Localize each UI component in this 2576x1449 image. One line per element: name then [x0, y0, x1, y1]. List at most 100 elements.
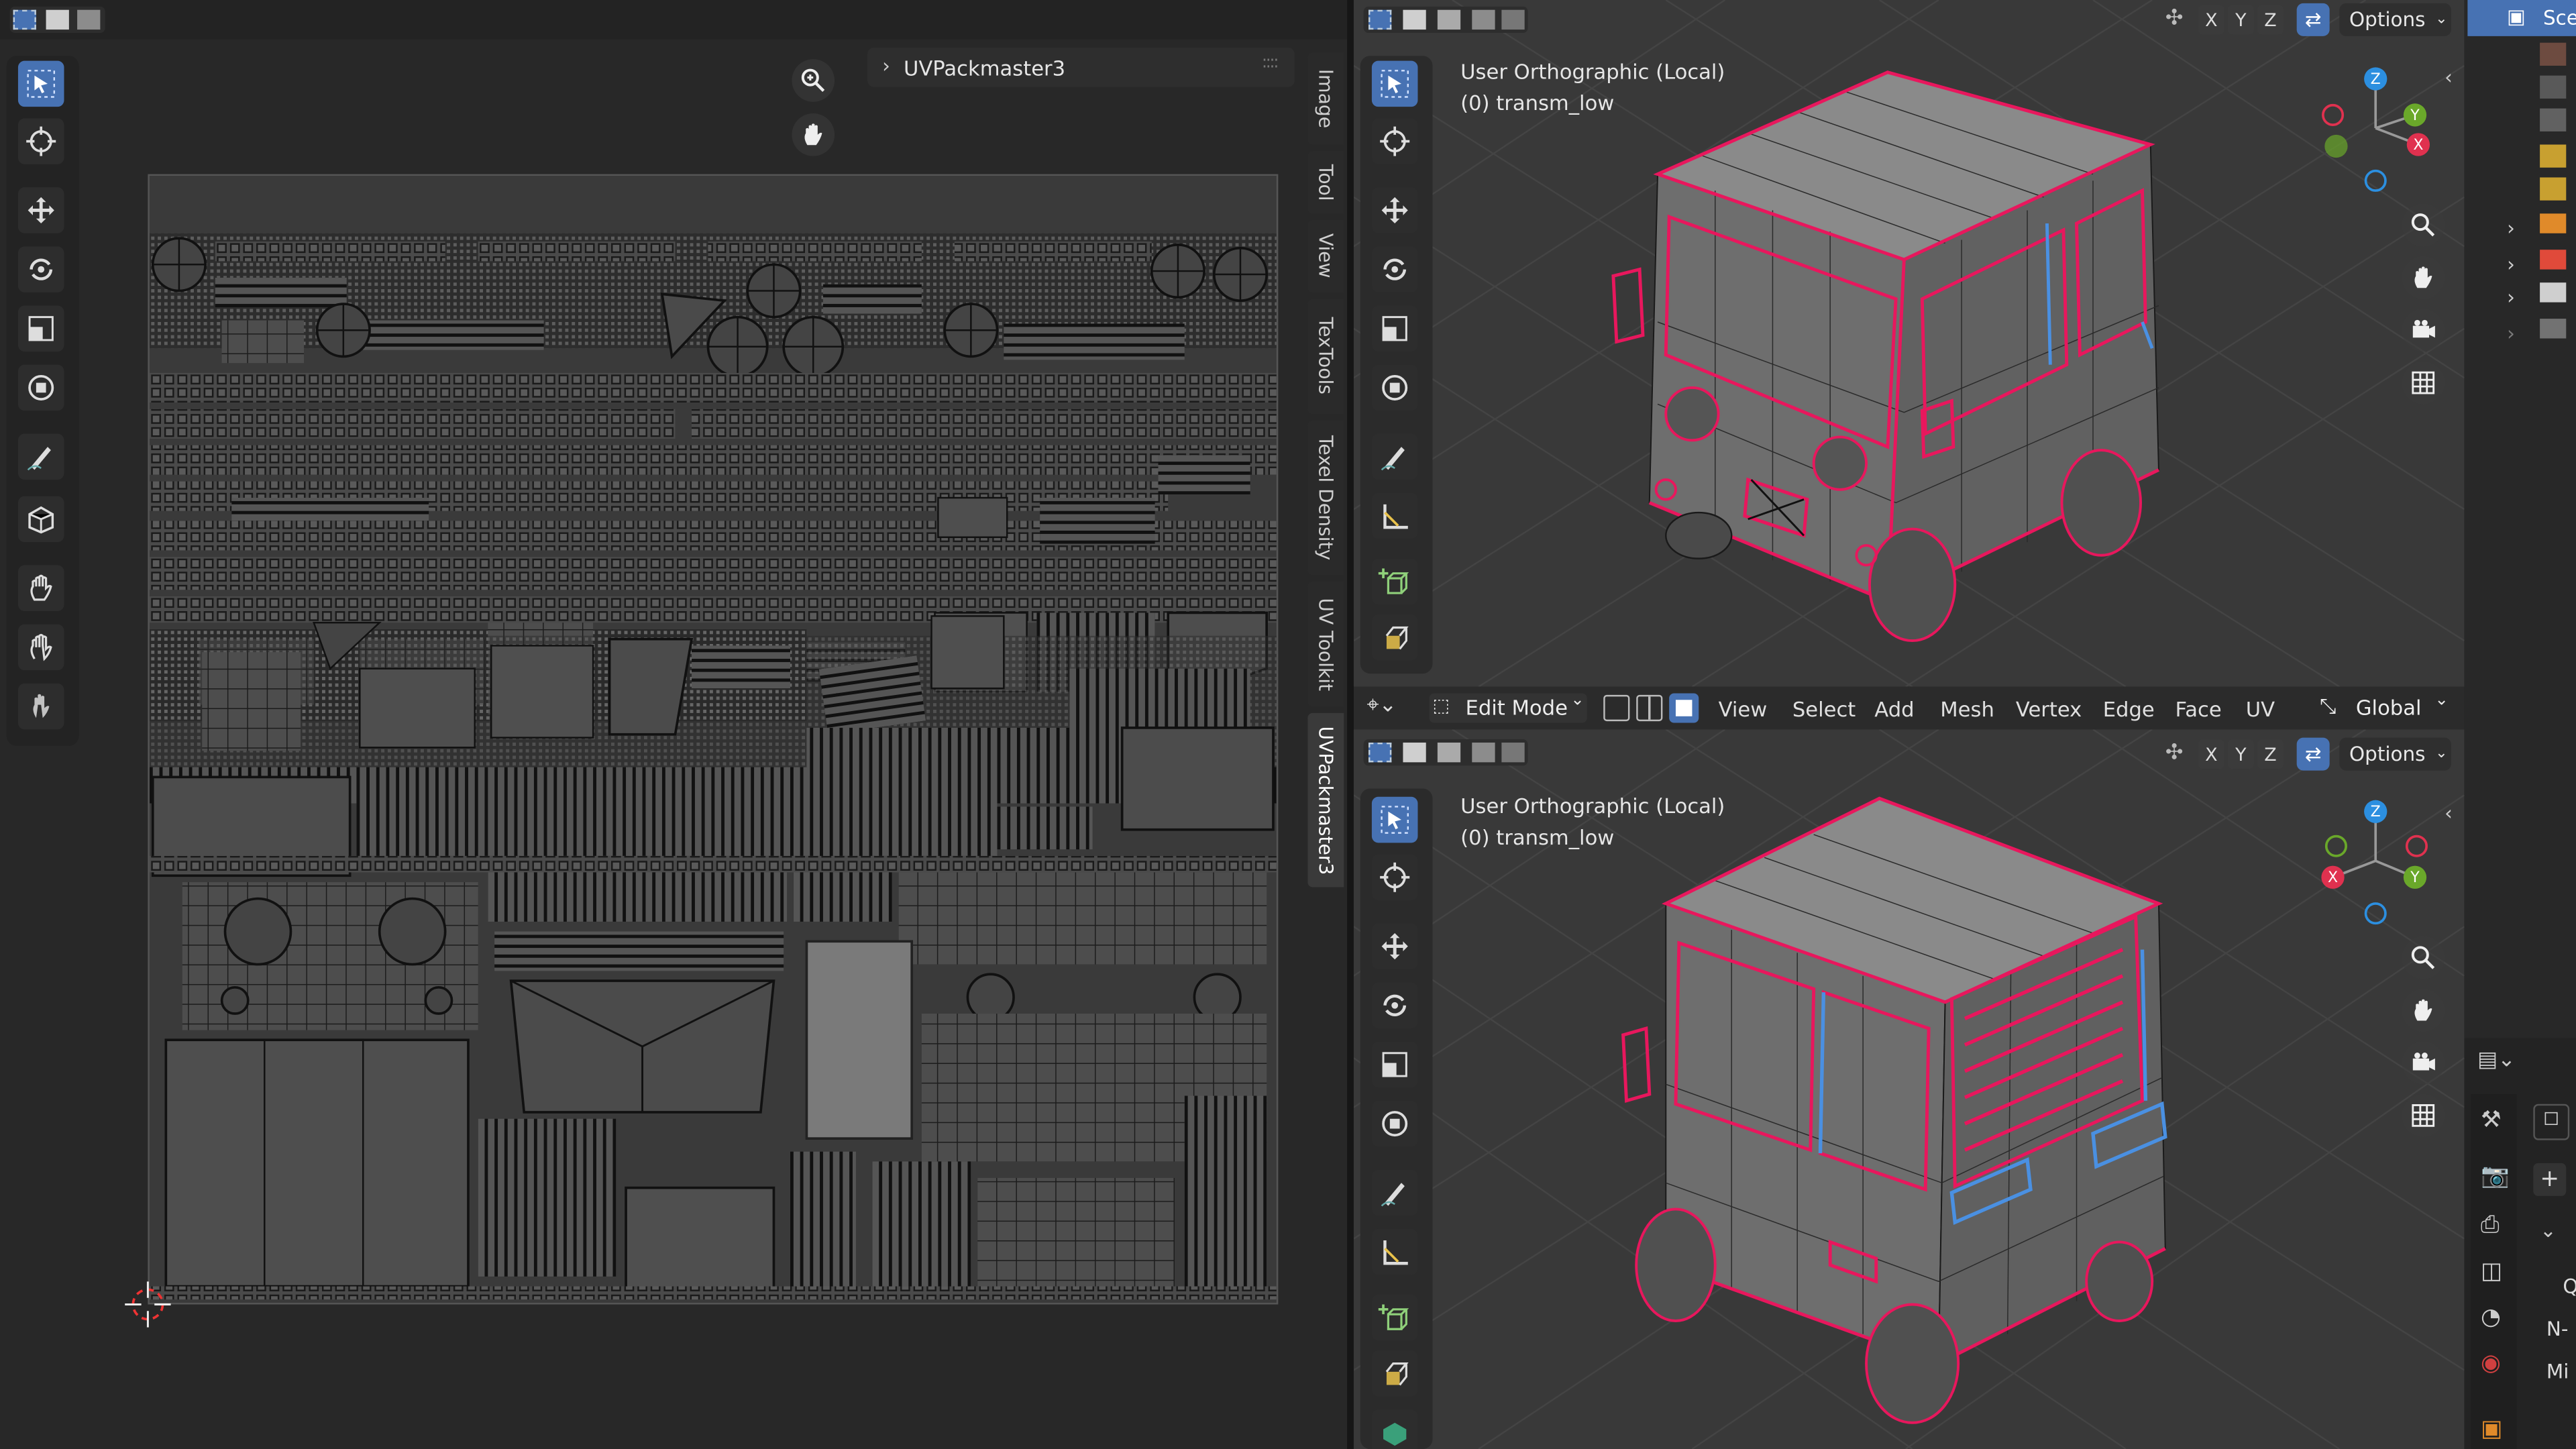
- menu-add[interactable]: Add: [1874, 696, 1914, 721]
- measure-tool-top[interactable]: [1371, 492, 1418, 539]
- rotate-tool[interactable]: [17, 246, 64, 292]
- menu-select[interactable]: Select: [1792, 696, 1856, 721]
- rip-tool[interactable]: [17, 496, 64, 543]
- zoom-button[interactable]: [792, 59, 835, 102]
- select-mode-icons-top[interactable]: [1363, 6, 1528, 33]
- transform-orientation-dropdown[interactable]: ⤡ Global ⌄: [2320, 692, 2451, 722]
- annotate-tool[interactable]: [17, 433, 64, 480]
- viewport-bottom[interactable]: ✣ X Y Z ⇄ Options ⌄ User Orthographic (Lo…: [1353, 729, 2465, 1449]
- move-tool-bottom[interactable]: [1371, 923, 1418, 969]
- extrude-tool-top[interactable]: [1371, 614, 1418, 661]
- cursor-tool-bottom[interactable]: [1371, 854, 1418, 901]
- add-button[interactable]: +: [2533, 1163, 2567, 1196]
- object-tab-icon[interactable]: ▣: [2481, 1416, 2502, 1442]
- options-dropdown-bottom[interactable]: Options ⌄: [2339, 737, 2451, 771]
- area-divider[interactable]: [1347, 0, 1354, 1449]
- outliner-row[interactable]: ›: [2507, 210, 2573, 240]
- zoom-button-bottom[interactable]: [2402, 936, 2445, 979]
- annotate-tool-top[interactable]: [1371, 433, 1418, 480]
- transform-tool-bottom[interactable]: [1371, 1100, 1418, 1147]
- sidebar-toggle-icon[interactable]: ‹: [2445, 66, 2453, 89]
- properties-panel-button[interactable]: ◻: [2533, 1104, 2570, 1140]
- scale-tool-bottom[interactable]: [1371, 1041, 1418, 1088]
- extrude-tool-bottom[interactable]: [1371, 1350, 1418, 1397]
- mirror-y-button-bottom[interactable]: Y: [2227, 739, 2255, 769]
- scene-tab-icon[interactable]: ◔: [2481, 1304, 2501, 1330]
- scale-tool-top[interactable]: [1371, 305, 1418, 352]
- tab-view[interactable]: View: [1307, 220, 1344, 292]
- tab-image[interactable]: Image: [1307, 52, 1344, 145]
- select-box-tool-bottom[interactable]: [1371, 796, 1418, 843]
- navigation-gizmo-bottom[interactable]: Z X Y: [2310, 795, 2441, 926]
- outliner-row[interactable]: ›: [2507, 315, 2573, 345]
- properties-header[interactable]: ▤⌄: [2477, 1048, 2530, 1084]
- render-tab-icon[interactable]: 📷: [2481, 1163, 2510, 1189]
- uv-canvas[interactable]: [148, 174, 1279, 1305]
- edge-select-button[interactable]: [1636, 694, 1663, 722]
- menu-face[interactable]: Face: [2175, 696, 2221, 721]
- outliner-row[interactable]: [2540, 177, 2567, 201]
- select-mode-icons-bottom[interactable]: [1363, 739, 1528, 766]
- vehicle-mesh-front[interactable]: [1600, 59, 2257, 667]
- zoom-button-top[interactable]: [2402, 203, 2445, 247]
- transform-tool-top[interactable]: [1371, 364, 1418, 411]
- tool-tab-icon[interactable]: ⚒: [2481, 1108, 2502, 1134]
- move-tool-top[interactable]: [1371, 187, 1418, 233]
- topology-mirror-button[interactable]: ⇄: [2296, 3, 2330, 36]
- menu-mesh[interactable]: Mesh: [1940, 696, 1994, 721]
- scale-tool[interactable]: [17, 305, 64, 352]
- inset-tool-bottom[interactable]: [1371, 1409, 1418, 1449]
- relax-tool[interactable]: [17, 624, 64, 671]
- select-mode-icons[interactable]: [9, 6, 105, 33]
- tab-tool[interactable]: Tool: [1307, 151, 1344, 214]
- tab-uv-toolkit[interactable]: UV Toolkit: [1307, 581, 1344, 707]
- pan-button[interactable]: [792, 113, 835, 156]
- annotate-tool-bottom[interactable]: [1371, 1169, 1418, 1216]
- camera-view-button-bottom[interactable]: [2402, 1041, 2445, 1085]
- menu-view[interactable]: View: [1719, 696, 1768, 721]
- world-tab-icon[interactable]: ◉: [2481, 1350, 2501, 1377]
- add-cube-tool-bottom[interactable]: [1371, 1294, 1418, 1341]
- uvpackmaster-panel-header[interactable]: › UVPackmaster3 ::::: [867, 48, 1295, 87]
- rotate-tool-bottom[interactable]: [1371, 982, 1418, 1029]
- mirror-icon[interactable]: ✣: [2165, 741, 2192, 767]
- sidebar-toggle-icon[interactable]: ‹: [2445, 802, 2453, 824]
- view-layer-tab-icon[interactable]: ◫: [2481, 1258, 2502, 1285]
- tab-texel-density[interactable]: Texel Density: [1307, 420, 1344, 576]
- pan-button-bottom[interactable]: [2402, 989, 2445, 1032]
- outliner-row[interactable]: [2540, 42, 2567, 66]
- 2d-cursor-icon[interactable]: [125, 1281, 171, 1328]
- pan-button-top[interactable]: [2402, 256, 2445, 299]
- rotate-tool-top[interactable]: [1371, 246, 1418, 292]
- menu-edge[interactable]: Edge: [2103, 696, 2155, 721]
- editor-type-dropdown[interactable]: ⌖⌄: [1367, 693, 1413, 722]
- add-cube-tool-top[interactable]: [1371, 558, 1418, 605]
- mirror-y-button[interactable]: Y: [2227, 5, 2255, 35]
- options-dropdown-top[interactable]: Options ⌄: [2339, 3, 2451, 36]
- select-box-tool[interactable]: [17, 60, 64, 107]
- vertex-select-button[interactable]: [1603, 694, 1630, 722]
- vehicle-mesh-rear[interactable]: [1600, 789, 2257, 1430]
- outliner-row[interactable]: [2540, 144, 2567, 168]
- navigation-gizmo-top[interactable]: Z Y X: [2310, 62, 2441, 194]
- pinch-tool[interactable]: [17, 683, 64, 730]
- mirror-z-button[interactable]: Z: [2257, 5, 2284, 35]
- topology-mirror-button-bottom[interactable]: ⇄: [2296, 737, 2330, 771]
- move-tool[interactable]: [17, 187, 64, 233]
- menu-vertex[interactable]: Vertex: [2016, 696, 2082, 721]
- outliner-row[interactable]: [2540, 75, 2567, 99]
- viewport-top[interactable]: ✣ X Y Z ⇄ Options ⌄ User Orthographic (Lo…: [1353, 0, 2465, 687]
- mirror-x-button[interactable]: X: [2198, 5, 2224, 35]
- chevron-down-icon[interactable]: ⌄: [2540, 1219, 2557, 1242]
- cursor-tool-top[interactable]: [1371, 118, 1418, 164]
- outliner-row[interactable]: [2540, 108, 2567, 131]
- transform-tool[interactable]: [17, 364, 64, 411]
- face-select-button[interactable]: [1669, 693, 1699, 723]
- tab-uvpackmaster3[interactable]: UVPackmaster3: [1307, 712, 1344, 888]
- measure-tool-bottom[interactable]: [1371, 1228, 1418, 1275]
- mirror-icon[interactable]: ✣: [2165, 7, 2192, 33]
- ortho-toggle-button-top[interactable]: [2402, 361, 2445, 405]
- output-tab-icon[interactable]: ⎙: [2481, 1212, 2499, 1238]
- mirror-z-button-bottom[interactable]: Z: [2257, 739, 2284, 769]
- camera-view-button-top[interactable]: [2402, 309, 2445, 352]
